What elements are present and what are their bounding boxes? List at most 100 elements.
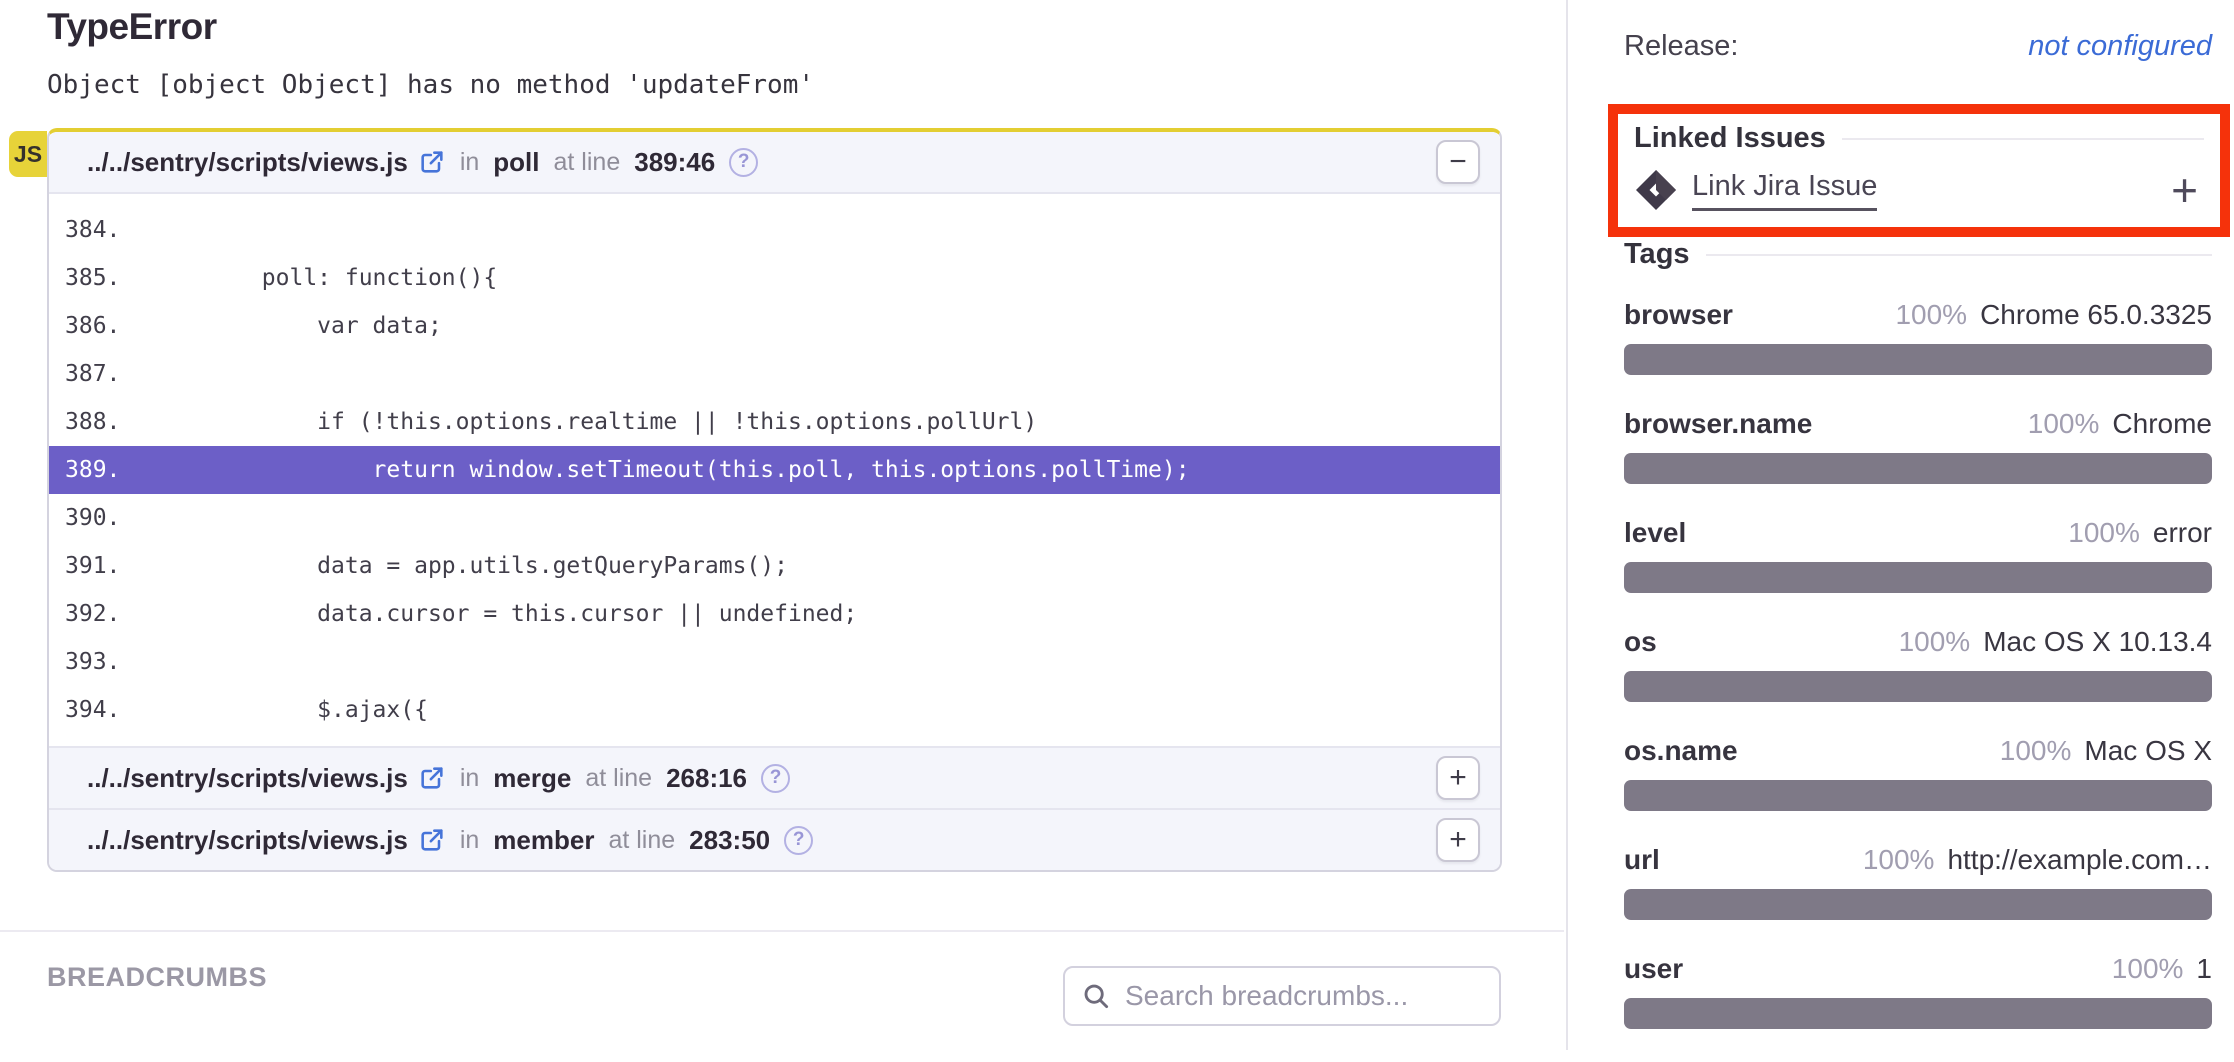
stack-frame-header-active[interactable]: ../../sentry/scripts/views.js in poll at… xyxy=(49,132,1500,194)
frame-in-label: in xyxy=(460,148,479,177)
tag-distribution-bar[interactable] xyxy=(1624,889,2212,920)
tag-distribution-bar[interactable] xyxy=(1624,998,2212,1029)
tag-key[interactable]: browser.name xyxy=(1624,408,1812,440)
frame-atline-label: at line xyxy=(554,148,621,177)
tag-percent: 100% xyxy=(2112,953,2184,985)
stack-frame-header-collapsed[interactable]: ../../sentry/scripts/views.js inmemberat… xyxy=(49,808,1500,870)
tag-value: 1 xyxy=(2196,953,2212,985)
line-code: if (!this.options.realtime || !this.opti… xyxy=(151,409,1037,435)
tag-value: error xyxy=(2153,517,2212,549)
link-jira-issue-link[interactable]: Link Jira Issue xyxy=(1692,170,1877,211)
line-number: 391. xyxy=(65,542,129,590)
frame-filename: ../../sentry/scripts/views.js xyxy=(87,147,408,178)
tag-key[interactable]: level xyxy=(1624,517,1686,549)
tag-distribution-bar[interactable] xyxy=(1624,780,2212,811)
tag-percent: 100% xyxy=(2068,517,2140,549)
tag-row: level 100% error xyxy=(1624,517,2212,593)
tag-distribution-bar[interactable] xyxy=(1624,671,2212,702)
tag-key[interactable]: os xyxy=(1624,626,1657,658)
frame-function: poll xyxy=(493,147,539,178)
code-line: 390. xyxy=(49,494,1500,542)
code-line: 394. $.ajax({ xyxy=(49,686,1500,734)
frame-filename: ../../sentry/scripts/views.js xyxy=(87,763,408,794)
tag-distribution-bar[interactable] xyxy=(1624,562,2212,593)
frame-line-number: 268:16 xyxy=(666,763,747,794)
tag-percent: 100% xyxy=(1863,844,1935,876)
frame-line-number: 283:50 xyxy=(689,825,770,856)
tag-row: os 100% Mac OS X 10.13.4 xyxy=(1624,626,2212,702)
expand-frame-button[interactable]: + xyxy=(1436,818,1480,862)
frame-in-label: in xyxy=(460,764,479,793)
stacktrace-container: JS ../../sentry/scripts/views.js in poll… xyxy=(47,128,1502,872)
tag-percent: 100% xyxy=(1895,299,1967,331)
code-line: 392. data.cursor = this.cursor || undefi… xyxy=(49,590,1500,638)
open-in-new-icon[interactable] xyxy=(418,764,446,792)
code-line: 387. xyxy=(49,350,1500,398)
release-not-configured-link[interactable]: not configured xyxy=(2028,30,2212,63)
help-icon[interactable]: ? xyxy=(784,826,813,855)
breadcrumbs-heading: BREADCRUMBS xyxy=(47,962,267,993)
tag-key[interactable]: browser xyxy=(1624,299,1733,331)
line-number: 393. xyxy=(65,638,129,686)
search-icon xyxy=(1081,981,1111,1011)
tag-row: url 100% http://example.com… xyxy=(1624,844,2212,920)
tag-value: Chrome xyxy=(2112,408,2212,440)
code-line: 391. data = app.utils.getQueryParams(); xyxy=(49,542,1500,590)
line-number: 390. xyxy=(65,494,129,542)
heading-rule xyxy=(1706,254,2212,256)
code-line-highlighted: 389. return window.setTimeout(this.poll,… xyxy=(49,446,1500,494)
tag-value: http://example.com… xyxy=(1947,844,2212,876)
open-in-new-icon[interactable] xyxy=(418,148,446,176)
tag-key[interactable]: os.name xyxy=(1624,735,1738,767)
add-linked-issue-button[interactable]: + xyxy=(2171,167,2198,213)
tag-percent: 100% xyxy=(2000,735,2072,767)
line-number: 385. xyxy=(65,254,129,302)
search-breadcrumbs-input[interactable] xyxy=(1123,979,1487,1013)
line-number: 387. xyxy=(65,350,129,398)
frame-in-label: in xyxy=(460,826,479,855)
frame-atline-label: at line xyxy=(608,826,675,855)
tag-row: browser.name100%Chrome xyxy=(1624,408,2212,484)
error-type-title: TypeError xyxy=(47,6,217,48)
stack-frame-header-collapsed[interactable]: ../../sentry/scripts/views.js inmerge at … xyxy=(49,746,1500,808)
open-in-new-icon[interactable] xyxy=(418,826,446,854)
line-number: 389. xyxy=(65,446,129,494)
tags-list: browser100%Chrome 65.0.3325browser.name1… xyxy=(1624,299,2212,1029)
line-number: 394. xyxy=(65,686,129,734)
linked-issues-heading-row: Linked Issues xyxy=(1634,122,2204,155)
help-icon[interactable]: ? xyxy=(729,148,758,177)
section-divider xyxy=(0,930,1564,932)
tag-value: Mac OS X 10.13.4 xyxy=(1983,626,2212,658)
expand-frame-button[interactable]: + xyxy=(1436,756,1480,800)
help-icon[interactable]: ? xyxy=(761,764,790,793)
line-number: 386. xyxy=(65,302,129,350)
code-lines: 384.385. poll: function(){386. var data;… xyxy=(49,194,1500,746)
collapse-frame-button[interactable]: − xyxy=(1436,140,1480,184)
line-number: 392. xyxy=(65,590,129,638)
tag-percent: 100% xyxy=(1899,626,1971,658)
linked-issues-annotated-box: Linked Issues Link Jira Issue + xyxy=(1608,104,2230,237)
tag-row: user 100% 1 xyxy=(1624,953,2212,1029)
breadcrumbs-search-box[interactable] xyxy=(1063,966,1501,1026)
line-code: data.cursor = this.cursor || undefined; xyxy=(151,601,857,627)
line-code: $.ajax({ xyxy=(151,697,428,723)
collapsed-frames: ../../sentry/scripts/views.js inmergeat … xyxy=(49,746,1500,870)
frame-function: merge xyxy=(493,763,571,794)
code-line: 388. if (!this.options.realtime || !this… xyxy=(49,398,1500,446)
tag-key[interactable]: url xyxy=(1624,844,1660,876)
release-label: Release: xyxy=(1624,30,1738,63)
heading-rule xyxy=(1842,138,2204,140)
release-row: Release: not configured xyxy=(1624,30,2212,63)
jira-icon xyxy=(1634,168,1678,212)
linked-issues-heading: Linked Issues xyxy=(1634,122,1826,155)
tag-distribution-bar[interactable] xyxy=(1624,453,2212,484)
tag-distribution-bar[interactable] xyxy=(1624,344,2212,375)
code-line: 384. xyxy=(49,206,1500,254)
line-number: 384. xyxy=(65,206,129,254)
line-number: 388. xyxy=(65,398,129,446)
frame-atline-label: at line xyxy=(585,764,652,793)
tag-key[interactable]: user xyxy=(1624,953,1683,985)
tags-heading-row: Tags xyxy=(1624,238,2212,271)
tag-value: Mac OS X xyxy=(2084,735,2212,767)
frame-line-number: 389:46 xyxy=(634,147,715,178)
